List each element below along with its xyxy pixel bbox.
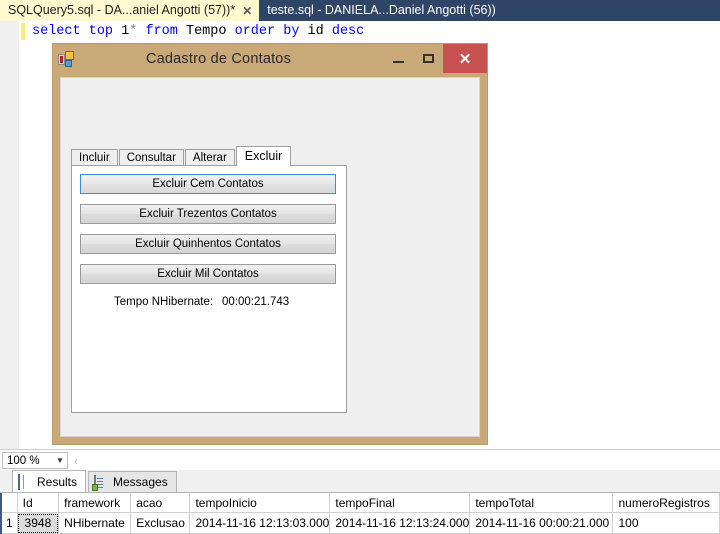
document-tab-teste[interactable]: teste.sql - DANIELA...Daniel Angotti (56… <box>259 0 503 21</box>
sql-table-name: Tempo <box>185 24 227 39</box>
tab-alterar[interactable]: Alterar <box>184 149 235 166</box>
chevron-down-icon[interactable]: ▼ <box>53 456 67 465</box>
window-titlebar[interactable]: Cadastro de Contatos ✕ <box>53 44 487 73</box>
sql-keyword-desc: desc <box>331 24 365 39</box>
column-header-id[interactable]: Id <box>17 493 60 513</box>
sql-keyword-select: select <box>32 24 81 39</box>
winforms-app-icon <box>58 50 74 67</box>
tab-control: Incluir Consultar Alterar Excluir Exclui… <box>71 146 347 414</box>
excluir-trezentos-contatos-button[interactable]: Excluir Trezentos Contatos <box>80 204 336 224</box>
zoom-combobox[interactable]: 100 % ▼ <box>2 452 68 469</box>
tab-excluir[interactable]: Excluir <box>235 146 292 166</box>
sql-keyword-top: top <box>88 24 114 39</box>
row-number[interactable]: 1 <box>0 512 18 534</box>
cell-framework[interactable]: NHibernate <box>58 512 132 534</box>
tab-messages[interactable]: Messages <box>88 471 177 492</box>
cell-tempoinicio[interactable]: 2014-11-16 12:13:03.000 <box>189 512 331 534</box>
tab-results-label: Results <box>37 474 78 489</box>
column-header-tempototal[interactable]: tempoTotal <box>469 493 614 513</box>
sql-keyword-order: order <box>234 24 276 39</box>
document-tab-sqlquery5[interactable]: SQLQuery5.sql - DA...aniel Angotti (57))… <box>0 0 260 21</box>
close-button[interactable]: ✕ <box>443 44 487 73</box>
table-row[interactable]: 1 3948 NHibernate Exclusao 2014-11-16 12… <box>0 512 720 534</box>
editor-zoom-bar: 100 % ▼ ‹ <box>0 449 720 471</box>
document-tabstrip: SQLQuery5.sql - DA...aniel Angotti (57))… <box>0 0 720 21</box>
sql-column-name: id <box>307 24 324 39</box>
zoom-value: 100 % <box>7 454 40 467</box>
tab-consultar[interactable]: Consultar <box>118 149 184 166</box>
column-header-numeroregistros[interactable]: numeroRegistros <box>612 493 720 513</box>
editor-gutter <box>0 21 19 449</box>
cell-tempofinal[interactable]: 2014-11-16 12:13:24.000 <box>329 512 471 534</box>
tab-page-excluir: Excluir Cem Contatos Excluir Trezentos C… <box>71 165 347 413</box>
document-tab-label: teste.sql - DANIELA...Daniel Angotti (56… <box>267 3 496 17</box>
cell-id[interactable]: 3948 <box>17 512 60 534</box>
minimize-button[interactable] <box>383 44 413 73</box>
sql-text-line: select top 1* from Tempo order by id des… <box>32 23 364 40</box>
close-icon[interactable]: ✕ <box>242 5 252 17</box>
change-indicator-bar <box>21 23 25 40</box>
tab-results[interactable]: Results <box>12 470 87 492</box>
cell-numeroregistros[interactable]: 100 <box>612 512 720 534</box>
results-table: Id framework acao tempoInicio tempoFinal… <box>0 493 720 534</box>
document-tab-label: SQLQuery5.sql - DA...aniel Angotti (57))… <box>8 3 236 17</box>
cell-acao[interactable]: Exclusao <box>130 512 191 534</box>
nav-back-icon: ‹ <box>74 453 78 468</box>
window-client-area: Incluir Consultar Alterar Excluir Exclui… <box>60 77 480 437</box>
row-header-corner[interactable] <box>0 493 18 513</box>
window-title: Cadastro de Contatos <box>145 50 292 67</box>
window-controls: ✕ <box>383 44 487 73</box>
tempo-nhibernate-label: Tempo NHibernate: <box>114 296 214 308</box>
column-header-tempoinicio[interactable]: tempoInicio <box>189 493 331 513</box>
results-tabstrip: Results Messages <box>12 470 179 492</box>
message-icon <box>92 474 108 491</box>
results-pane: Results Messages Id framework acao tempo… <box>0 470 720 534</box>
maximize-button[interactable] <box>413 44 443 73</box>
tab-headers: Incluir Consultar Alterar Excluir <box>71 146 347 166</box>
column-header-acao[interactable]: acao <box>130 493 191 513</box>
cadastro-de-contatos-window[interactable]: Cadastro de Contatos ✕ Incluir Consultar… <box>52 43 488 445</box>
column-header-framework[interactable]: framework <box>58 493 132 513</box>
sql-keyword-from: from <box>145 24 178 39</box>
cell-tempototal[interactable]: 2014-11-16 00:00:21.000 <box>469 512 614 534</box>
sql-keyword-by: by <box>283 24 300 39</box>
tempo-nhibernate-value: 00:00:21.743 <box>222 296 290 308</box>
table-header-row: Id framework acao tempoInicio tempoFinal… <box>0 493 720 513</box>
column-header-tempofinal[interactable]: tempoFinal <box>329 493 471 513</box>
excluir-cem-contatos-button[interactable]: Excluir Cem Contatos <box>80 174 336 194</box>
results-grid[interactable]: Id framework acao tempoInicio tempoFinal… <box>0 492 720 534</box>
grid-icon <box>18 474 32 490</box>
excluir-mil-contatos-button[interactable]: Excluir Mil Contatos <box>80 264 336 284</box>
tab-incluir[interactable]: Incluir <box>71 149 118 166</box>
tab-messages-label: Messages <box>113 475 168 489</box>
excluir-quinhentos-contatos-button[interactable]: Excluir Quinhentos Contatos <box>80 234 336 254</box>
